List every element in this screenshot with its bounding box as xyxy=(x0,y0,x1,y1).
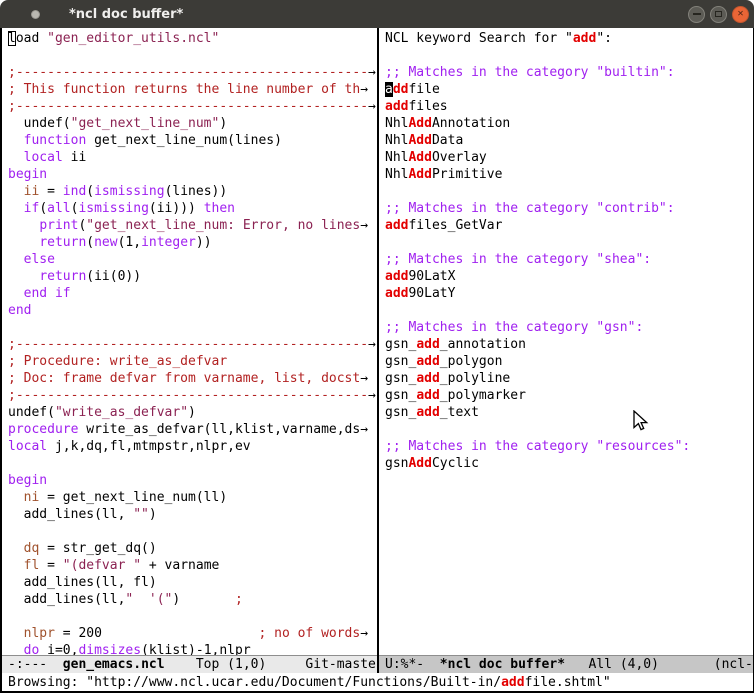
code-line: local ii xyxy=(8,149,377,166)
code-line: ;; Matches in the category "contrib": xyxy=(385,200,753,217)
code-line: addfiles_GetVar xyxy=(385,217,753,234)
code-line: ; Procedure: write_as_defvar xyxy=(8,353,377,370)
code-line: add_lines(ll, "") xyxy=(8,506,377,523)
code-line: if(all(ismissing(ii))) then xyxy=(8,200,377,217)
code-line: local j,k,dq,fl,mtmpstr,nlpr,ev xyxy=(8,438,377,455)
code-line: begin xyxy=(8,472,377,489)
code-line xyxy=(8,608,377,625)
window-controls: ✕ xyxy=(688,6,749,23)
code-line: add_lines(ll," '(") ; xyxy=(8,591,377,608)
code-line: end if xyxy=(8,285,377,302)
close-icon: ✕ xyxy=(737,9,743,19)
code-line xyxy=(385,421,753,438)
code-line: return(ii(0)) xyxy=(8,268,377,285)
code-line: addfiles xyxy=(385,98,753,115)
text-cursor-hollow: l xyxy=(8,31,16,46)
code-line: add_lines(ll, fl) xyxy=(8,574,377,591)
code-line: add90LatY xyxy=(385,285,753,302)
code-line xyxy=(8,455,377,472)
code-line: ;; Matches in the category "gsn": xyxy=(385,319,753,336)
right-buffer-ncl-doc[interactable]: NCL keyword Search for "add": ;; Matches… xyxy=(379,28,753,655)
code-line: add90LatX xyxy=(385,268,753,285)
code-line: dq = str_get_dq() xyxy=(8,540,377,557)
code-line xyxy=(385,302,753,319)
code-line: NhlAddAnnotation xyxy=(385,115,753,132)
frame-content: load "gen_editor_utils.ncl" ;-----------… xyxy=(0,28,754,693)
left-buffer-gen-emacs-ncl[interactable]: load "gen_editor_utils.ncl" ;-----------… xyxy=(2,28,377,655)
code-line xyxy=(385,234,753,251)
code-line: begin xyxy=(8,166,377,183)
code-line: gsn_add_polyline xyxy=(385,370,753,387)
code-line: ;; Matches in the category "resources": xyxy=(385,438,753,455)
code-line: NhlAddData xyxy=(385,132,753,149)
titlebar[interactable]: *ncl doc buffer* ✕ xyxy=(0,0,754,28)
code-line: ; This function returns the line number … xyxy=(8,81,377,98)
code-line: else xyxy=(8,251,377,268)
code-line: fl = "(defvar " + varname xyxy=(8,557,377,574)
code-line: ii = ind(ismissing(lines)) xyxy=(8,183,377,200)
modeline-right[interactable]: U:%*- *ncl doc buffer* All (4,0) (ncl- xyxy=(379,655,753,673)
window-title: *ncl doc buffer* xyxy=(69,7,183,22)
code-line xyxy=(8,523,377,540)
code-line: function get_next_line_num(lines) xyxy=(8,132,377,149)
code-line: gsn_add_polymarker xyxy=(385,387,753,404)
modeline-left[interactable]: -:--- gen_emacs.ncl Top (1,0) Git-maste xyxy=(2,655,377,673)
window-menu-icon[interactable] xyxy=(31,10,40,19)
code-line: end xyxy=(8,302,377,319)
code-line: do i=0,dimsizes(klist)-1,nlpr xyxy=(8,642,377,655)
code-line: load "gen_editor_utils.ncl" xyxy=(8,30,377,47)
code-line: ;---------------------------------------… xyxy=(8,64,377,81)
maximize-button[interactable] xyxy=(710,6,727,23)
code-line: NhlAddPrimitive xyxy=(385,166,753,183)
code-line xyxy=(385,47,753,64)
code-line: gsnAddCyclic xyxy=(385,455,753,472)
code-line: NCL keyword Search for "add": xyxy=(385,30,753,47)
code-line: procedure write_as_defvar(ll,klist,varna… xyxy=(8,421,377,438)
code-line: addfile xyxy=(385,81,753,98)
close-button[interactable]: ✕ xyxy=(732,6,749,23)
minibuffer-echo-area[interactable]: Browsing: "http://www.ncl.ucar.edu/Docum… xyxy=(2,673,753,691)
emacs-window: *ncl doc buffer* ✕ load "gen_editor_util… xyxy=(0,0,754,693)
code-line: print("get_next_line_num: Error, no line… xyxy=(8,217,377,234)
code-line: return(new(1,integer)) xyxy=(8,234,377,251)
minimize-button[interactable] xyxy=(688,6,705,23)
editor-area: load "gen_editor_utils.ncl" ;-----------… xyxy=(2,28,753,655)
code-line: gsn_add_text xyxy=(385,404,753,421)
text-cursor-block: a xyxy=(385,82,393,97)
code-line: undef("get_next_line_num") xyxy=(8,115,377,132)
code-line: ;---------------------------------------… xyxy=(8,98,377,115)
code-line: gsn_add_annotation xyxy=(385,336,753,353)
code-line: gsn_add_polygon xyxy=(385,353,753,370)
code-line: ;---------------------------------------… xyxy=(8,387,377,404)
code-line: undef("write_as_defvar") xyxy=(8,404,377,421)
code-line xyxy=(385,183,753,200)
code-line xyxy=(8,319,377,336)
modeline-row: -:--- gen_emacs.ncl Top (1,0) Git-maste … xyxy=(2,655,753,673)
code-line: NhlAddOverlay xyxy=(385,149,753,166)
code-line: ; Doc: frame defvar from varname, list, … xyxy=(8,370,377,387)
code-line: ni = get_next_line_num(ll) xyxy=(8,489,377,506)
code-line: ;; Matches in the category "builtin": xyxy=(385,64,753,81)
minimize-icon xyxy=(693,13,701,15)
maximize-icon xyxy=(715,11,722,17)
code-line: ;; Matches in the category "shea": xyxy=(385,251,753,268)
code-line xyxy=(8,47,377,64)
code-line: ;---------------------------------------… xyxy=(8,336,377,353)
code-line: nlpr = 200 ; no of words→ xyxy=(8,625,377,642)
